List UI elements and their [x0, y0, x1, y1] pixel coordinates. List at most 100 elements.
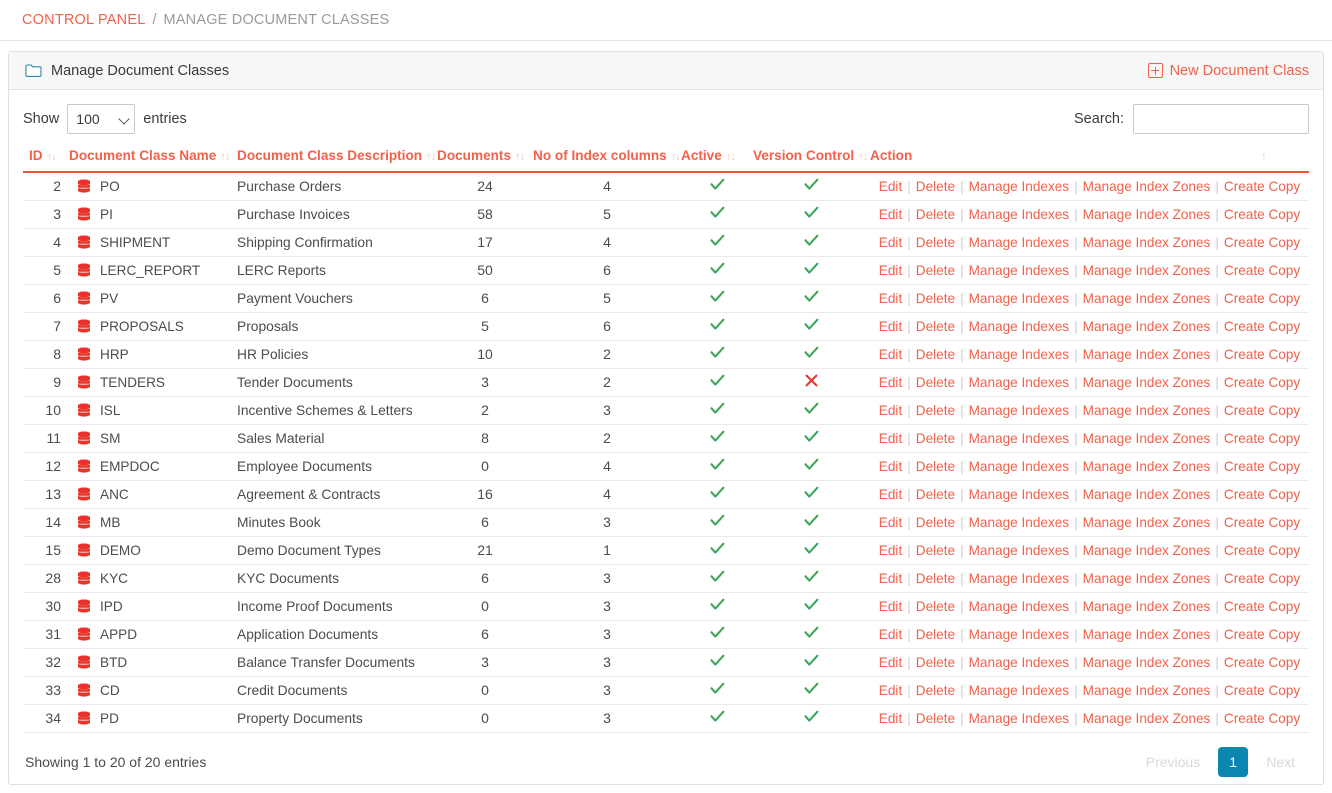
- action-edit-link[interactable]: Edit: [879, 655, 902, 670]
- action-manage-index-zones-link[interactable]: Manage Index Zones: [1083, 235, 1211, 250]
- action-delete-link[interactable]: Delete: [916, 179, 955, 194]
- action-edit-link[interactable]: Edit: [879, 347, 902, 362]
- action-edit-link[interactable]: Edit: [879, 291, 902, 306]
- action-manage-index-zones-link[interactable]: Manage Index Zones: [1083, 375, 1211, 390]
- column-header-no-of-index-columns[interactable]: No of Index columns ↑↓: [533, 148, 681, 173]
- action-create-copy-link[interactable]: Create Copy: [1224, 543, 1300, 558]
- action-edit-link[interactable]: Edit: [879, 711, 902, 726]
- action-create-copy-link[interactable]: Create Copy: [1224, 207, 1300, 222]
- action-manage-index-zones-link[interactable]: Manage Index Zones: [1083, 291, 1211, 306]
- action-create-copy-link[interactable]: Create Copy: [1224, 711, 1300, 726]
- action-manage-indexes-link[interactable]: Manage Indexes: [969, 375, 1070, 390]
- action-create-copy-link[interactable]: Create Copy: [1224, 599, 1300, 614]
- action-manage-indexes-link[interactable]: Manage Indexes: [969, 403, 1070, 418]
- column-header-documents[interactable]: Documents ↑↓: [437, 148, 533, 173]
- action-manage-index-zones-link[interactable]: Manage Index Zones: [1083, 515, 1211, 530]
- action-create-copy-link[interactable]: Create Copy: [1224, 263, 1300, 278]
- action-edit-link[interactable]: Edit: [879, 515, 902, 530]
- action-manage-indexes-link[interactable]: Manage Indexes: [969, 263, 1070, 278]
- action-edit-link[interactable]: Edit: [879, 179, 902, 194]
- action-edit-link[interactable]: Edit: [879, 571, 902, 586]
- action-manage-index-zones-link[interactable]: Manage Index Zones: [1083, 711, 1211, 726]
- breadcrumb-control-panel[interactable]: CONTROL PANEL: [22, 12, 145, 28]
- action-manage-indexes-link[interactable]: Manage Indexes: [969, 515, 1070, 530]
- action-delete-link[interactable]: Delete: [916, 515, 955, 530]
- action-create-copy-link[interactable]: Create Copy: [1224, 375, 1300, 390]
- page-length-select[interactable]: 102550100: [67, 104, 136, 134]
- action-manage-indexes-link[interactable]: Manage Indexes: [969, 319, 1070, 334]
- action-edit-link[interactable]: Edit: [879, 459, 902, 474]
- column-header-document-class-description[interactable]: Document Class Description ↑↓: [237, 148, 437, 173]
- action-manage-indexes-link[interactable]: Manage Indexes: [969, 207, 1070, 222]
- action-manage-indexes-link[interactable]: Manage Indexes: [969, 711, 1070, 726]
- action-create-copy-link[interactable]: Create Copy: [1224, 627, 1300, 642]
- action-manage-indexes-link[interactable]: Manage Indexes: [969, 543, 1070, 558]
- action-delete-link[interactable]: Delete: [916, 431, 955, 446]
- action-manage-indexes-link[interactable]: Manage Indexes: [969, 599, 1070, 614]
- action-manage-index-zones-link[interactable]: Manage Index Zones: [1083, 543, 1211, 558]
- action-manage-indexes-link[interactable]: Manage Indexes: [969, 235, 1070, 250]
- action-edit-link[interactable]: Edit: [879, 207, 902, 222]
- new-document-class-button[interactable]: New Document Class: [1147, 63, 1309, 79]
- action-edit-link[interactable]: Edit: [879, 235, 902, 250]
- action-edit-link[interactable]: Edit: [879, 263, 902, 278]
- action-create-copy-link[interactable]: Create Copy: [1224, 403, 1300, 418]
- action-manage-index-zones-link[interactable]: Manage Index Zones: [1083, 655, 1211, 670]
- action-manage-index-zones-link[interactable]: Manage Index Zones: [1083, 683, 1211, 698]
- action-edit-link[interactable]: Edit: [879, 375, 902, 390]
- action-edit-link[interactable]: Edit: [879, 431, 902, 446]
- action-create-copy-link[interactable]: Create Copy: [1224, 291, 1300, 306]
- action-manage-index-zones-link[interactable]: Manage Index Zones: [1083, 487, 1211, 502]
- action-create-copy-link[interactable]: Create Copy: [1224, 571, 1300, 586]
- action-manage-index-zones-link[interactable]: Manage Index Zones: [1083, 571, 1211, 586]
- action-delete-link[interactable]: Delete: [916, 655, 955, 670]
- action-manage-index-zones-link[interactable]: Manage Index Zones: [1083, 319, 1211, 334]
- action-delete-link[interactable]: Delete: [916, 319, 955, 334]
- action-manage-indexes-link[interactable]: Manage Indexes: [969, 431, 1070, 446]
- action-create-copy-link[interactable]: Create Copy: [1224, 319, 1300, 334]
- action-manage-index-zones-link[interactable]: Manage Index Zones: [1083, 263, 1211, 278]
- column-header-active[interactable]: Active ↑↓: [681, 148, 753, 173]
- action-delete-link[interactable]: Delete: [916, 543, 955, 558]
- pagination-page-1[interactable]: 1: [1218, 746, 1249, 777]
- action-create-copy-link[interactable]: Create Copy: [1224, 655, 1300, 670]
- action-delete-link[interactable]: Delete: [916, 403, 955, 418]
- action-manage-indexes-link[interactable]: Manage Indexes: [969, 487, 1070, 502]
- action-create-copy-link[interactable]: Create Copy: [1224, 347, 1300, 362]
- action-create-copy-link[interactable]: Create Copy: [1224, 235, 1300, 250]
- action-create-copy-link[interactable]: Create Copy: [1224, 459, 1300, 474]
- action-delete-link[interactable]: Delete: [916, 291, 955, 306]
- action-delete-link[interactable]: Delete: [916, 263, 955, 278]
- action-manage-index-zones-link[interactable]: Manage Index Zones: [1083, 599, 1211, 614]
- action-manage-indexes-link[interactable]: Manage Indexes: [969, 627, 1070, 642]
- column-header-version-control[interactable]: Version Control ↑↓: [753, 148, 870, 173]
- action-manage-indexes-link[interactable]: Manage Indexes: [969, 179, 1070, 194]
- action-delete-link[interactable]: Delete: [916, 599, 955, 614]
- action-manage-index-zones-link[interactable]: Manage Index Zones: [1083, 347, 1211, 362]
- action-edit-link[interactable]: Edit: [879, 319, 902, 334]
- action-manage-indexes-link[interactable]: Manage Indexes: [969, 571, 1070, 586]
- action-edit-link[interactable]: Edit: [879, 543, 902, 558]
- action-delete-link[interactable]: Delete: [916, 487, 955, 502]
- action-delete-link[interactable]: Delete: [916, 627, 955, 642]
- action-manage-index-zones-link[interactable]: Manage Index Zones: [1083, 207, 1211, 222]
- action-manage-indexes-link[interactable]: Manage Indexes: [969, 347, 1070, 362]
- action-manage-indexes-link[interactable]: Manage Indexes: [969, 291, 1070, 306]
- action-manage-indexes-link[interactable]: Manage Indexes: [969, 459, 1070, 474]
- column-header-document-class-name[interactable]: Document Class Name ↑↓: [69, 148, 237, 173]
- action-delete-link[interactable]: Delete: [916, 347, 955, 362]
- action-delete-link[interactable]: Delete: [916, 235, 955, 250]
- action-manage-index-zones-link[interactable]: Manage Index Zones: [1083, 403, 1211, 418]
- action-delete-link[interactable]: Delete: [916, 683, 955, 698]
- action-create-copy-link[interactable]: Create Copy: [1224, 683, 1300, 698]
- action-delete-link[interactable]: Delete: [916, 459, 955, 474]
- action-create-copy-link[interactable]: Create Copy: [1224, 487, 1300, 502]
- action-manage-index-zones-link[interactable]: Manage Index Zones: [1083, 627, 1211, 642]
- action-create-copy-link[interactable]: Create Copy: [1224, 431, 1300, 446]
- action-manage-index-zones-link[interactable]: Manage Index Zones: [1083, 459, 1211, 474]
- action-manage-indexes-link[interactable]: Manage Indexes: [969, 655, 1070, 670]
- action-delete-link[interactable]: Delete: [916, 207, 955, 222]
- action-delete-link[interactable]: Delete: [916, 571, 955, 586]
- column-header-id[interactable]: ID ↑↓: [23, 148, 69, 173]
- action-edit-link[interactable]: Edit: [879, 599, 902, 614]
